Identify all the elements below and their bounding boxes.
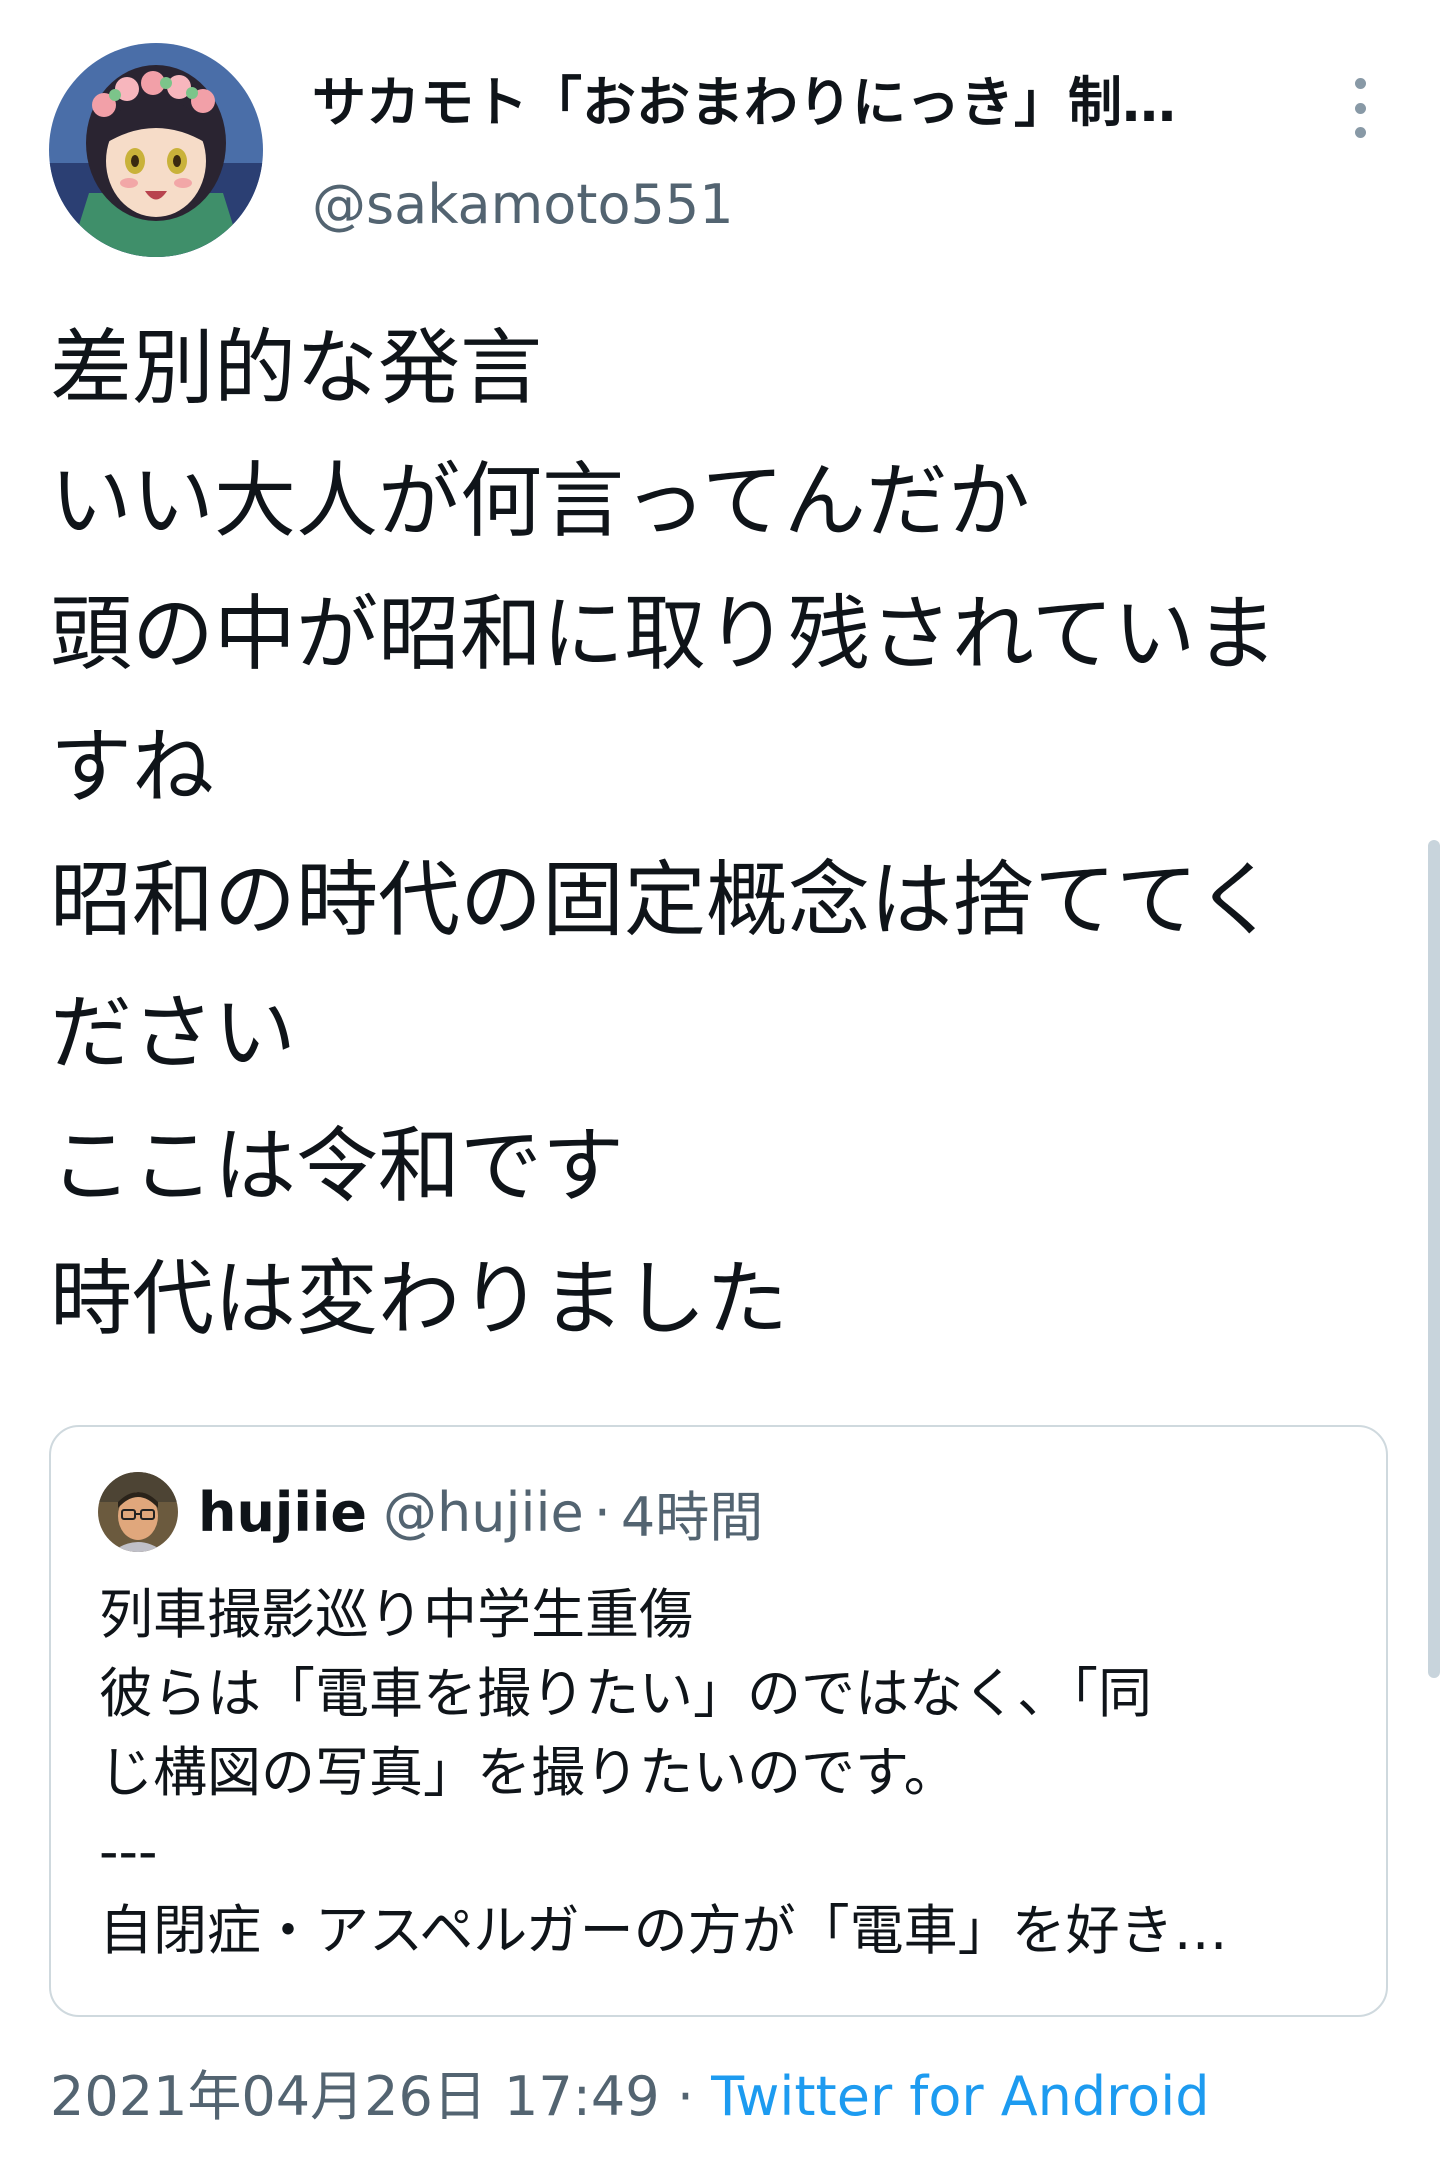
anime-girl-avatar-icon [49,43,263,257]
quoted-tweet-line: じ構図の写真」を撮りたいのです。 [99,1741,958,1804]
tweet-line: ここは令和です [50,1119,625,1214]
menu-dot [1354,102,1366,114]
quoted-author-avatar[interactable] [98,1472,178,1552]
tweet-timestamp[interactable]: 2021年04月26日 17:49 [50,2065,660,2128]
tweet-source-link[interactable]: Twitter for Android [711,2065,1209,2128]
tweet-line: いい大人が何言ってんだか [50,454,1030,549]
quoted-tweet-text: 列車撮影巡り中学生重傷 彼らは「電車を撮りたい」のではなく、「同 じ構図の写真」… [99,1575,1339,1970]
tweet-line: 頭の中が昭和に取り残されていま [50,587,1278,682]
tweet-line: ださい [50,986,297,1081]
tweet-line: すね [50,720,215,815]
quoted-tweet-time[interactable]: 4時間 [621,1473,763,1552]
tweet-meta: 2021年04月26日 17:49 · Twitter for Android [50,2062,1210,2132]
man-with-glasses-avatar-icon [98,1472,178,1552]
quoted-tweet-header: hujiie @hujiie · 4時間 [98,1472,763,1552]
more-vertical-icon[interactable] [1336,78,1384,138]
separator-dot: · [676,2065,694,2128]
quoted-tweet-line: 自閉症・アスペルガーの方が「電車」を好き… [99,1899,1228,1962]
tweet-text: 差別的な発言 いい大人が何言ってんだか 頭の中が昭和に取り残されていま すね 昭… [50,302,1380,1366]
quoted-tweet-line: 列車撮影巡り中学生重傷 [99,1583,693,1646]
menu-dot [1354,127,1366,138]
scrollbar-thumb[interactable] [1428,840,1440,1678]
author-avatar[interactable] [49,43,263,257]
quoted-tweet-line: 彼らは「電車を撮りたい」のではなく、「同 [99,1662,1152,1725]
tweet-line: 昭和の時代の固定概念は捨ててく [50,853,1278,948]
author-handle[interactable]: @sakamoto551 [312,170,734,240]
author-display-name[interactable]: サカモト「おおまわりにっき」制… [312,68,1272,138]
quoted-tweet-line: --- [99,1820,158,1883]
tweet-line: 差別的な発言 [50,321,543,416]
quoted-author-handle[interactable]: @hujiie [383,1481,584,1544]
tweet-line: 時代は変わりました [50,1252,789,1347]
quoted-tweet-card[interactable]: hujiie @hujiie · 4時間 列車撮影巡り中学生重傷 彼らは「電車を… [49,1425,1388,2017]
menu-dot [1354,78,1366,89]
separator-dot: · [593,1480,611,1544]
quoted-author-name[interactable]: hujiie [198,1481,367,1544]
